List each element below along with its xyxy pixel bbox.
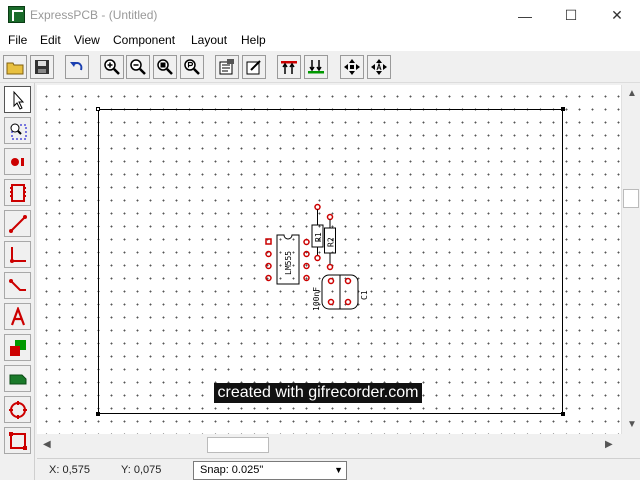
place-trace-icon[interactable] — [4, 210, 31, 237]
capacitor-pad — [327, 298, 335, 306]
status-bar: X: 0,575 Y: 0,075 Snap: 0.025" ▼ — [37, 458, 640, 480]
scroll-left-icon[interactable]: ◀ — [43, 439, 51, 450]
window-title: ExpressPCB - (Untitled) — [30, 8, 158, 22]
zoom-fit-icon[interactable] — [153, 55, 177, 79]
move-anchor-icon[interactable] — [367, 55, 391, 79]
ic-lm555[interactable]: LM555 — [265, 234, 310, 285]
resistor-pad — [314, 254, 321, 262]
ic-pad — [265, 238, 272, 245]
edit-component-icon[interactable] — [242, 55, 266, 79]
scroll-up-icon[interactable]: ▲ — [627, 88, 637, 99]
place-connector-icon[interactable] — [4, 365, 31, 392]
capacitor-pad — [327, 277, 335, 285]
move-view-icon[interactable] — [340, 55, 364, 79]
resistor-pad — [326, 213, 334, 221]
ic-label: LM555 — [284, 251, 293, 275]
ic-pad — [265, 274, 272, 282]
ic-pad — [303, 262, 310, 270]
ic-pad — [303, 238, 310, 246]
zoom-in-icon[interactable] — [100, 55, 124, 79]
zoom-out-icon[interactable] — [126, 55, 150, 79]
ic-pad — [265, 262, 272, 270]
snap-grid-select[interactable]: Snap: 0.025" ▼ — [193, 461, 347, 480]
select-area-icon[interactable] — [4, 117, 31, 144]
r2-label: R2 — [327, 237, 336, 247]
ic-pad — [303, 250, 310, 258]
select-pointer-icon[interactable] — [4, 86, 31, 113]
place-circle-icon[interactable] — [4, 396, 31, 423]
title-bar: ExpressPCB - (Untitled) — ☐ ✕ — [0, 0, 640, 31]
horizontal-scrollbar[interactable]: ◀ ▶ — [37, 434, 621, 456]
menu-layout[interactable]: Layout — [191, 33, 227, 47]
ic-pad — [265, 250, 272, 258]
resistor-pad — [326, 263, 334, 271]
place-angle-trace-icon[interactable] — [4, 241, 31, 268]
cursor-x-readout: X: 0,575 — [49, 464, 90, 476]
capacitor-c1[interactable]: 100nF C1 — [312, 274, 369, 311]
vertical-scroll-thumb[interactable] — [623, 189, 639, 208]
zoom-previous-icon[interactable] — [180, 55, 204, 79]
close-button[interactable]: ✕ — [594, 0, 640, 31]
menu-bar: File Edit View Component Layout Help — [0, 31, 640, 51]
ic-pad — [303, 274, 310, 282]
r1-label: R1 — [314, 232, 323, 242]
place-fill-icon[interactable] — [4, 334, 31, 361]
expresspcb-logo-icon — [8, 6, 25, 23]
menu-component[interactable]: Component — [113, 33, 175, 47]
open-folder-icon[interactable] — [3, 55, 27, 79]
menu-view[interactable]: View — [74, 33, 100, 47]
scroll-down-icon[interactable]: ▼ — [627, 419, 637, 430]
pads-down-icon[interactable] — [304, 55, 328, 79]
toolbar — [0, 51, 640, 83]
components-layer: LM555 R1 R2 100nF C1 — [265, 203, 369, 311]
menu-help[interactable]: Help — [241, 33, 266, 47]
horizontal-scroll-thumb[interactable] — [207, 437, 269, 453]
vertical-scrollbar[interactable]: ▲ ▼ — [621, 85, 640, 434]
minimize-button[interactable]: — — [502, 0, 548, 31]
pcb-canvas[interactable]: LM555 R1 R2 100nF C1 — [37, 85, 621, 434]
pads-up-icon[interactable] — [277, 55, 301, 79]
menu-edit[interactable]: Edit — [40, 33, 61, 47]
snap-grid-value: Snap: 0.025" — [200, 464, 264, 476]
app-window: ExpressPCB - (Untitled) — ☐ ✕ File Edit … — [0, 0, 640, 480]
capacitor-pad — [344, 277, 352, 285]
resistor-r1[interactable]: R1 — [311, 203, 324, 262]
place-diagonal-trace-icon[interactable] — [4, 272, 31, 299]
tool-palette — [0, 83, 35, 480]
maximize-button[interactable]: ☐ — [548, 0, 594, 31]
place-component-icon[interactable] — [4, 179, 31, 206]
capacitor-pad — [344, 298, 352, 306]
watermark-banner: created with gifrecorder.com — [214, 383, 422, 403]
chevron-down-icon: ▼ — [334, 465, 343, 475]
properties-icon[interactable] — [215, 55, 239, 79]
place-text-icon[interactable] — [4, 303, 31, 330]
cursor-y-readout: Y: 0,075 — [121, 464, 162, 476]
c1-label: C1 — [360, 290, 369, 300]
menu-file[interactable]: File — [8, 33, 27, 47]
scroll-right-icon[interactable]: ▶ — [605, 439, 613, 450]
place-pad-icon[interactable] — [4, 148, 31, 175]
resistor-r2[interactable]: R2 — [324, 213, 336, 271]
resistor-pad — [314, 203, 321, 211]
undo-icon[interactable] — [65, 55, 89, 79]
c1-value: 100nF — [312, 287, 321, 311]
place-rectangle-icon[interactable] — [4, 427, 31, 454]
save-icon[interactable] — [30, 55, 54, 79]
